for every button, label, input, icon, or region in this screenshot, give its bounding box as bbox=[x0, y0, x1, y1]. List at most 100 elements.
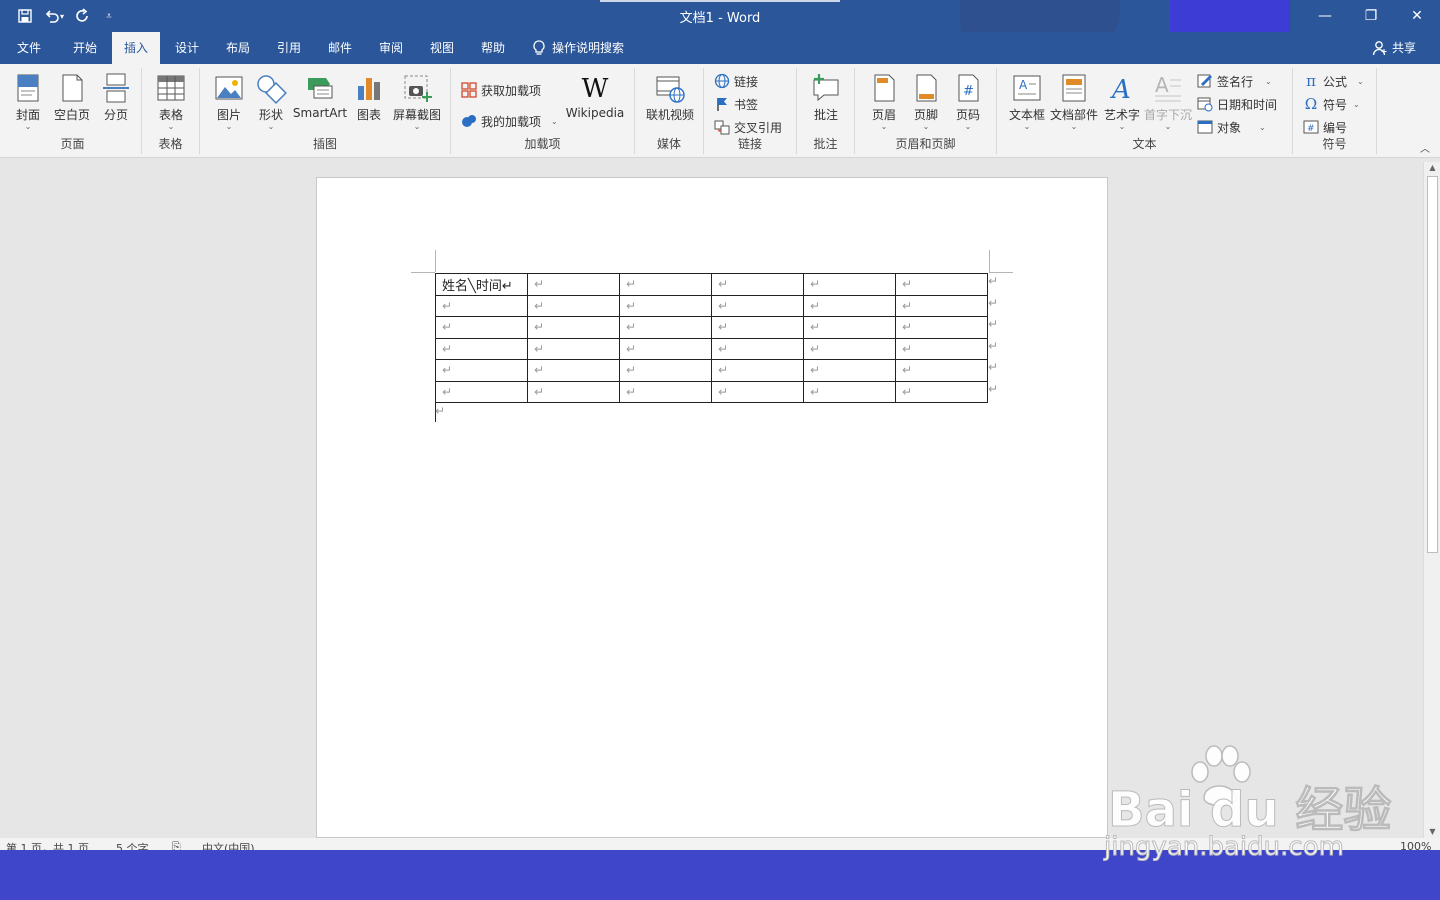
table-cell[interactable]: ↵ bbox=[803, 337, 896, 360]
page-break-button[interactable]: 分页 bbox=[94, 70, 138, 130]
picture-icon bbox=[215, 76, 243, 100]
tab-references[interactable]: 引用 bbox=[264, 32, 314, 64]
cover-page-button[interactable]: 封面 ⌄ bbox=[6, 70, 50, 131]
table-cell[interactable]: ↵ bbox=[435, 294, 528, 317]
table-cell[interactable]: ↵ bbox=[803, 359, 896, 382]
table-cell[interactable]: ↵ bbox=[711, 294, 804, 317]
table-cell[interactable]: ↵ bbox=[527, 380, 620, 403]
blank-page-button[interactable]: 空白页 bbox=[50, 70, 94, 130]
smartart-button[interactable]: SmartArt bbox=[292, 70, 348, 130]
get-addins-button[interactable]: 获取加载项 bbox=[461, 79, 541, 101]
restore-button[interactable]: ❐ bbox=[1348, 0, 1394, 32]
cover-page-icon bbox=[17, 74, 39, 102]
tab-layout[interactable]: 布局 bbox=[213, 32, 263, 64]
screenshot-button[interactable]: 屏幕截图 ⌄ bbox=[391, 70, 443, 131]
wordart-button[interactable]: A 艺术字 ⌄ bbox=[1100, 70, 1144, 131]
screenshot-icon bbox=[404, 75, 432, 102]
document-table[interactable]: 姓名╲时间↵ ↵ ↵ ↵ ↵ ↵ ↵ ↵ ↵ ↵ ↵ ↵ ↵ ↵ ↵ ↵ ↵ ↵ ↵ ↵ ↵ ↵ ↵ ↵ ↵ ↵ ↵ ↵ ↵ ↵ ↵ ↵ ↵ ↵ ↵… bbox=[435, 273, 988, 403]
signature-line-button[interactable]: 签名行 ⌄ bbox=[1197, 70, 1272, 92]
cross-reference-icon bbox=[714, 120, 730, 135]
tab-file[interactable]: 文件 bbox=[4, 32, 54, 64]
table-cell[interactable]: ↵ bbox=[895, 337, 988, 360]
collapse-ribbon-icon[interactable]: ︿ bbox=[1420, 140, 1430, 155]
table-cell[interactable]: ↵ bbox=[527, 359, 620, 382]
scroll-thumb[interactable] bbox=[1427, 176, 1438, 553]
header-button[interactable]: 页眉 ⌄ bbox=[862, 70, 906, 131]
table-cell[interactable]: ↵ bbox=[619, 337, 712, 360]
wikipedia-button[interactable]: W Wikipedia bbox=[565, 70, 625, 130]
table-cell[interactable]: ↵ bbox=[435, 337, 528, 360]
shapes-button[interactable]: 形状 ⌄ bbox=[249, 70, 293, 131]
tab-review[interactable]: 审阅 bbox=[366, 32, 416, 64]
equation-button[interactable]: π 公式 ⌄ bbox=[1303, 70, 1364, 92]
drop-cap-button[interactable]: A 首字下沉 ⌄ bbox=[1143, 70, 1193, 131]
scroll-up-arrow[interactable]: ▲ bbox=[1424, 162, 1440, 174]
table-cell[interactable]: ↵ bbox=[435, 316, 528, 339]
online-video-button[interactable]: 联机视频 bbox=[643, 70, 697, 130]
share-button[interactable]: 共享 bbox=[1372, 32, 1416, 64]
quick-parts-icon bbox=[1062, 74, 1086, 102]
tab-design[interactable]: 设计 bbox=[162, 32, 212, 64]
table-cell[interactable]: ↵ bbox=[711, 380, 804, 403]
my-addins-button[interactable]: 我的加载项 ⌄ bbox=[461, 110, 558, 132]
tab-home[interactable]: 开始 bbox=[60, 32, 110, 64]
table-cell[interactable]: ↵ bbox=[435, 380, 528, 403]
tab-insert[interactable]: 插入 bbox=[112, 32, 160, 64]
minimize-button[interactable]: — bbox=[1302, 0, 1348, 32]
vertical-scrollbar[interactable]: ▲ ▼ bbox=[1423, 162, 1440, 838]
table-cell[interactable]: ↵ bbox=[527, 316, 620, 339]
quick-parts-button[interactable]: 文档部件 ⌄ bbox=[1049, 70, 1099, 131]
table-cell[interactable]: ↵ bbox=[895, 294, 988, 317]
table-cell[interactable]: ↵ bbox=[711, 337, 804, 360]
table-cell[interactable]: ↵ bbox=[711, 316, 804, 339]
tab-view[interactable]: 视图 bbox=[417, 32, 467, 64]
page-count[interactable]: 第 1 页，共 1 页 bbox=[6, 840, 89, 850]
table-cell[interactable]: ↵ bbox=[619, 359, 712, 382]
textbox-button[interactable]: A 文本框 ⌄ bbox=[1005, 70, 1049, 131]
date-time-button[interactable]: 日期和时间 bbox=[1197, 93, 1277, 115]
table-button[interactable]: 表格 ⌄ bbox=[149, 70, 193, 131]
comment-button[interactable]: 批注 bbox=[804, 70, 848, 130]
table-cell[interactable]: ↵ bbox=[803, 316, 896, 339]
date-time-label: 日期和时间 bbox=[1217, 97, 1278, 112]
proofing-icon[interactable]: ⎘ bbox=[172, 840, 181, 850]
tab-mailings[interactable]: 邮件 bbox=[315, 32, 365, 64]
footer-button[interactable]: 页脚 ⌄ bbox=[904, 70, 948, 131]
close-button[interactable]: ✕ bbox=[1394, 0, 1440, 32]
object-icon bbox=[1197, 120, 1213, 134]
table-cell[interactable]: ↵ bbox=[527, 294, 620, 317]
page-number-button[interactable]: # 页码 ⌄ bbox=[946, 70, 990, 131]
table-cell[interactable]: ↵ bbox=[895, 273, 988, 296]
link-button[interactable]: 链接 bbox=[714, 70, 758, 92]
page-number-icon: # bbox=[958, 74, 979, 102]
table-cell[interactable]: ↵ bbox=[527, 273, 620, 296]
wikipedia-icon: W bbox=[581, 74, 609, 104]
table-cell[interactable]: ↵ bbox=[803, 294, 896, 317]
table-cell[interactable]: ↵ bbox=[435, 359, 528, 382]
table-cell[interactable]: ↵ bbox=[619, 380, 712, 403]
symbol-button[interactable]: Ω 符号 ⌄ bbox=[1303, 93, 1360, 115]
document-page[interactable]: 姓名╲时间↵ ↵ ↵ ↵ ↵ ↵ ↵ ↵ ↵ ↵ ↵ ↵ ↵ ↵ ↵ ↵ ↵ ↵ ↵ ↵ ↵ ↵ ↵ ↵ ↵ ↵ ↵ ↵ ↵ ↵ ↵ ↵ ↵ ↵ ↵… bbox=[316, 177, 1108, 838]
table-cell[interactable]: ↵ bbox=[619, 273, 712, 296]
table-cell[interactable]: ↵ bbox=[619, 294, 712, 317]
pictures-button[interactable]: 图片 ⌄ bbox=[207, 70, 251, 131]
chart-button[interactable]: 图表 bbox=[347, 70, 391, 130]
table-cell[interactable]: ↵ bbox=[895, 316, 988, 339]
language-status[interactable]: 中文(中国) bbox=[202, 840, 255, 850]
zoom-level[interactable]: 100% bbox=[1400, 840, 1431, 850]
table-cell[interactable]: ↵ bbox=[803, 380, 896, 403]
bookmark-button[interactable]: 书签 bbox=[714, 93, 758, 115]
table-cell[interactable]: ↵ bbox=[619, 316, 712, 339]
word-count[interactable]: 5 个字 bbox=[116, 840, 149, 850]
table-cell[interactable]: ↵ bbox=[527, 337, 620, 360]
bar-chart-icon bbox=[358, 78, 380, 100]
tab-help[interactable]: 帮助 bbox=[468, 32, 518, 64]
table-cell[interactable]: 姓名╲时间↵ bbox=[435, 273, 528, 296]
tell-me-search[interactable]: 操作说明搜索 bbox=[532, 32, 624, 64]
table-cell[interactable]: ↵ bbox=[711, 359, 804, 382]
table-cell[interactable]: ↵ bbox=[895, 380, 988, 403]
scroll-down-arrow[interactable]: ▼ bbox=[1424, 826, 1440, 838]
table-cell[interactable]: ↵ bbox=[895, 359, 988, 382]
table-cell[interactable]: ↵ bbox=[711, 273, 804, 296]
table-cell[interactable]: ↵ bbox=[803, 273, 896, 296]
